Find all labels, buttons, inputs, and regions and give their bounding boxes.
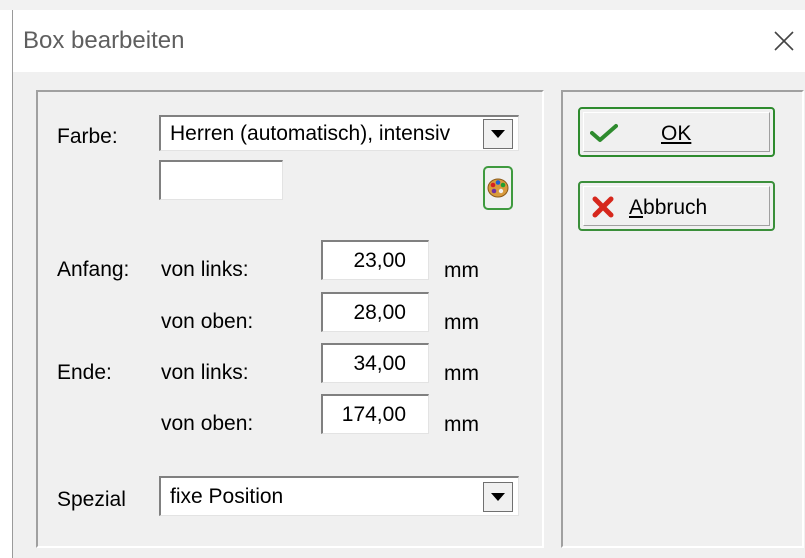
ende-top-input[interactable]: 174,00 (321, 394, 429, 434)
cancel-button[interactable]: Abbruch (578, 181, 775, 231)
ende-left-input[interactable]: 34,00 (321, 343, 429, 383)
ende-top-value: 174,00 (341, 403, 406, 426)
ende-left-value: 34,00 (353, 352, 406, 375)
action-panel (561, 90, 804, 548)
farbe-dropdown-button[interactable] (483, 119, 513, 149)
ende-top-unit: mm (444, 413, 479, 436)
anfang-top-value: 28,00 (353, 301, 406, 324)
cross-icon (592, 196, 614, 218)
ende-top-label: von oben: (161, 412, 254, 435)
ende-left-label: von links: (161, 361, 249, 384)
color-preview-field[interactable] (159, 160, 283, 200)
anfang-left-input[interactable]: 23,00 (321, 240, 429, 280)
ok-button[interactable]: OK (578, 107, 775, 157)
dialog-title: Box bearbeiten (23, 27, 185, 54)
anfang-left-label: von links: (161, 258, 249, 281)
farbe-select[interactable]: Herren (automatisch), intensiv (159, 115, 519, 151)
ende-label: Ende: (57, 361, 112, 384)
palette-button[interactable] (483, 166, 513, 210)
spezial-select[interactable]: fixe Position (159, 476, 519, 516)
farbe-select-value: Herren (automatisch), intensiv (170, 122, 451, 145)
spezial-label: Spezial (57, 488, 126, 511)
farbe-label: Farbe: (57, 125, 118, 148)
anfang-top-input[interactable]: 28,00 (321, 292, 429, 332)
anfang-left-value: 23,00 (353, 249, 406, 272)
box-edit-dialog: Box bearbeiten Farbe: Herren (automatisc… (12, 10, 805, 558)
ende-left-unit: mm (444, 362, 479, 385)
checkmark-icon (590, 124, 618, 142)
title-bar: Box bearbeiten (13, 10, 805, 72)
anfang-label: Anfang: (57, 258, 130, 281)
spezial-select-value: fixe Position (170, 485, 284, 508)
spezial-dropdown-button[interactable] (483, 482, 513, 512)
background-window-strip (0, 0, 805, 10)
chevron-down-icon (491, 493, 505, 501)
close-icon[interactable] (771, 28, 797, 54)
ok-button-label: OK (661, 122, 692, 145)
cancel-button-label: Abbruch (629, 196, 708, 219)
palette-icon (487, 178, 509, 198)
chevron-down-icon (491, 130, 505, 138)
anfang-left-unit: mm (444, 259, 479, 282)
anfang-top-unit: mm (444, 311, 479, 334)
anfang-top-label: von oben: (161, 310, 254, 333)
